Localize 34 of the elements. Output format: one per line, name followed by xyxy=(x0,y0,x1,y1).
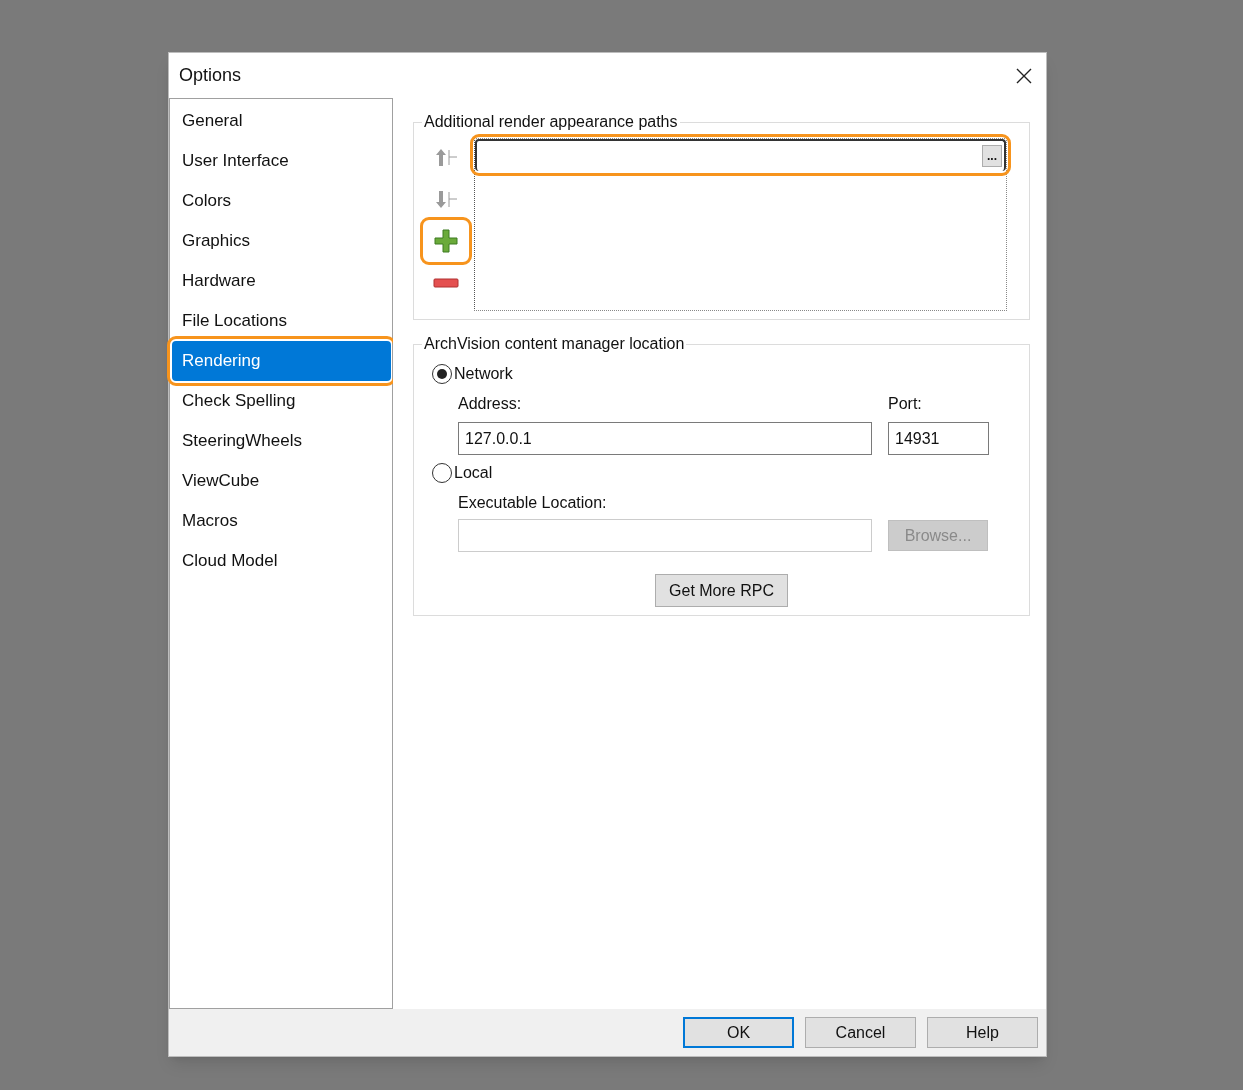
field-label: Executable Location: xyxy=(458,493,608,513)
radio-button[interactable] xyxy=(432,364,452,384)
sidebar-item[interactable]: User Interface xyxy=(172,141,391,181)
sidebar-item[interactable]: File Locations xyxy=(172,301,391,341)
minus-icon xyxy=(433,278,459,288)
port-field[interactable]: 14931 xyxy=(888,422,989,455)
executable-location-field[interactable] xyxy=(458,519,872,552)
move-down-icon xyxy=(434,189,458,209)
address-field[interactable]: 127.0.0.1 xyxy=(458,422,872,455)
group-title: ArchVision content manager location xyxy=(423,334,686,354)
dialog-button[interactable]: OK xyxy=(683,1017,794,1048)
radio-label: Local xyxy=(454,463,493,483)
sidebar-item[interactable]: Colors xyxy=(172,181,391,221)
sidebar-item[interactable]: General xyxy=(172,101,391,141)
sidebar-item[interactable]: Hardware xyxy=(172,261,391,301)
close-icon[interactable] xyxy=(1016,67,1032,84)
field-label: Port: xyxy=(888,394,923,414)
sidebar-item[interactable]: Check Spelling xyxy=(172,381,391,421)
dialog-button[interactable]: Cancel xyxy=(805,1017,916,1048)
group-title: Additional render appearance paths xyxy=(423,112,679,132)
sidebar-item[interactable]: Macros xyxy=(172,501,391,541)
window-title: Options xyxy=(179,64,242,87)
get-more-rpc-button[interactable]: Get More RPC xyxy=(655,574,788,607)
plus-icon xyxy=(434,229,458,253)
radio-button[interactable] xyxy=(432,463,452,483)
sidebar-item[interactable]: ViewCube xyxy=(172,461,391,501)
move-up-icon xyxy=(434,147,458,167)
sidebar-item[interactable]: Graphics xyxy=(172,221,391,261)
sidebar-item[interactable]: SteeringWheels xyxy=(172,421,391,461)
sidebar-item[interactable]: Cloud Model xyxy=(172,541,391,581)
browse-path-button[interactable]: ... xyxy=(982,145,1002,167)
field-label: Address: xyxy=(458,394,523,414)
dialog-button[interactable]: Help xyxy=(927,1017,1038,1048)
radio-label: Network xyxy=(454,364,513,384)
